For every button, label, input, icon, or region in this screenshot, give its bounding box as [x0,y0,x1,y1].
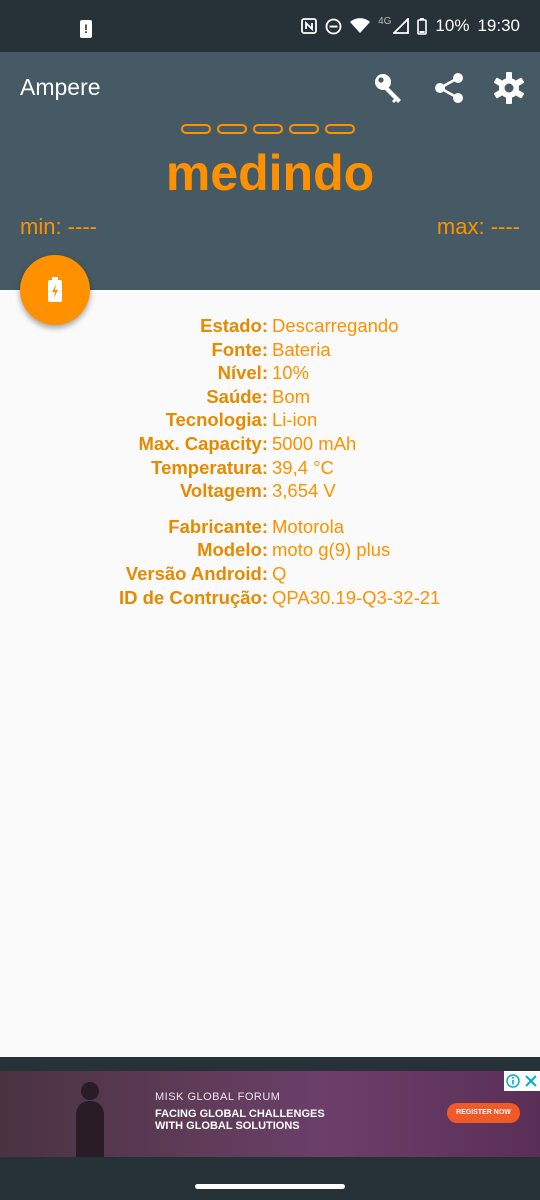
battery-fab-button[interactable] [20,255,90,325]
info-row-estado: Estado: Descarregando [0,314,540,338]
battery-percent: 10% [435,16,470,35]
info-label: Nível: [217,362,268,384]
info-row-fabricante: Fabricante: Motorola [0,515,540,539]
info-row-max-capacity: Max. Capacity: 5000 mAh [0,432,540,456]
status-icons: 4G 10% 19:30 [301,14,520,38]
info-label: Saúde: [206,385,268,407]
status-bar: ! 4G 10% 19:30 [0,0,540,52]
info-value: Li-ion [272,409,318,431]
network-type-label: 4G [378,15,392,27]
ad-banner[interactable]: MISK GLOBAL FORUM FACING GLOBAL CHALLENG… [0,1071,540,1157]
info-row-tecnologia: Tecnologia: Li-ion [0,408,540,432]
indicator-dash [217,124,247,134]
info-value: 5000 mAh [272,432,357,454]
clock: 19:30 [477,16,520,35]
wifi-icon [350,18,371,33]
info-value: Motorola [272,515,344,537]
nfc-icon [301,18,317,34]
indicator-dash [289,124,319,134]
indicator-dash [325,124,355,134]
battery-icon [417,17,428,35]
info-label: Tecnologia: [165,409,268,431]
key-icon[interactable] [371,70,407,106]
info-row-saude: Saúde: Bom [0,385,540,409]
ad-silhouette-image [76,1082,104,1157]
indicator-dash [181,124,211,134]
info-value: Bom [272,385,311,407]
ad-choices-badge[interactable] [504,1071,540,1091]
min-value: min: ---- [20,214,97,239]
info-row-voltagem: Voltagem: 3,654 V [0,479,540,503]
info-value: Descarregando [272,315,399,336]
ad-close-icon[interactable] [522,1071,540,1091]
info-value: Bateria [272,338,331,360]
ad-tagline-1: FACING GLOBAL CHALLENGES [155,1108,325,1120]
ad-headline: MISK GLOBAL FORUM [155,1091,281,1103]
battery-info-panel: Estado: Descarregando Fonte: Bateria Nível… [0,314,540,609]
info-label: Fabricante: [168,515,268,537]
info-label: Voltagem: [179,480,268,502]
info-label: Fonte: [211,338,268,360]
navigation-bar [0,1157,540,1200]
info-label: ID de Contrução: [118,586,268,608]
info-label: Modelo: [197,539,268,561]
measuring-indicator [181,124,355,134]
indicator-dash [253,124,283,134]
info-row-versao-android: Versão Android: Q [0,562,540,586]
app-title: Ampere [20,74,101,100]
home-gesture-handle[interactable] [195,1184,345,1189]
info-value: 10% [272,362,310,384]
info-value: QPA30.19-Q3-32-21 [272,586,441,608]
do-not-disturb-icon [325,18,342,34]
info-row-build-id: ID de Contrução: QPA30.19-Q3-32-21 [0,586,540,610]
app-bar: Ampere medindo min: ---- max: ---- [0,52,540,290]
ad-tagline-2: WITH GLOBAL SOLUTIONS [155,1120,300,1132]
info-label: Max. Capacity: [138,432,268,454]
ad-divider [0,1057,540,1071]
battery-charging-icon [48,277,62,302]
info-value: 3,654 V [272,480,336,502]
gear-icon[interactable] [491,70,527,106]
info-value: 39,4 °C [272,456,334,478]
info-label: Versão Android: [125,562,268,584]
max-value: max: ---- [436,214,520,239]
info-value: moto g(9) plus [272,539,391,561]
info-row-modelo: Modelo: moto g(9) plus [0,538,540,562]
alert-notification-icon: ! [80,20,92,38]
ad-info-icon[interactable] [504,1071,522,1091]
info-value: Q [272,562,287,584]
info-row-fonte: Fonte: Bateria [0,338,540,362]
info-row-temperatura: Temperatura: 39,4 °C [0,456,540,480]
measurement-status: medindo [165,145,375,201]
share-icon[interactable] [431,70,467,106]
cell-signal-icon [393,18,410,34]
info-label: Temperatura: [151,456,268,478]
info-row-nivel: Nível: 10% [0,361,540,385]
ad-register-button[interactable]: REGISTER NOW [447,1103,520,1123]
